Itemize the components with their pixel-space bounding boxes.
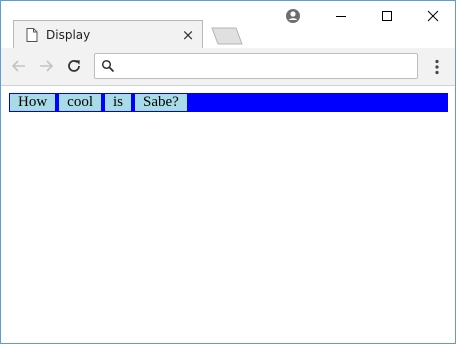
nav-link-how[interactable]: How <box>10 94 56 111</box>
window-close-icon[interactable] <box>423 6 443 26</box>
nav-link-sabe[interactable]: Sabe? <box>135 94 187 111</box>
document-icon <box>26 28 38 42</box>
search-icon <box>101 59 115 73</box>
maximize-icon[interactable] <box>377 6 397 26</box>
profile-icon[interactable] <box>283 6 303 26</box>
page-content: How cool is Sabe? <box>1 86 455 343</box>
minimize-icon[interactable] <box>331 6 351 26</box>
back-arrow-icon[interactable] <box>10 57 28 75</box>
title-bar: Display × <box>1 1 455 48</box>
reload-icon[interactable] <box>65 57 83 75</box>
address-bar[interactable] <box>94 53 418 79</box>
nav-strip: How cool is Sabe? <box>9 93 448 112</box>
nav-link-cool[interactable]: cool <box>59 94 101 111</box>
tab-display[interactable]: Display × <box>13 20 203 48</box>
tab-title: Display <box>46 28 91 42</box>
browser-toolbar <box>1 48 455 86</box>
nav-link-is[interactable]: is <box>105 94 132 111</box>
url-input[interactable] <box>121 56 415 78</box>
forward-arrow-icon[interactable] <box>37 57 55 75</box>
kebab-menu-icon[interactable] <box>431 59 443 75</box>
new-tab-button[interactable] <box>210 27 244 45</box>
close-tab-icon[interactable]: × <box>180 27 196 43</box>
browser-window: Display × How cool is Sabe? <box>0 0 456 344</box>
